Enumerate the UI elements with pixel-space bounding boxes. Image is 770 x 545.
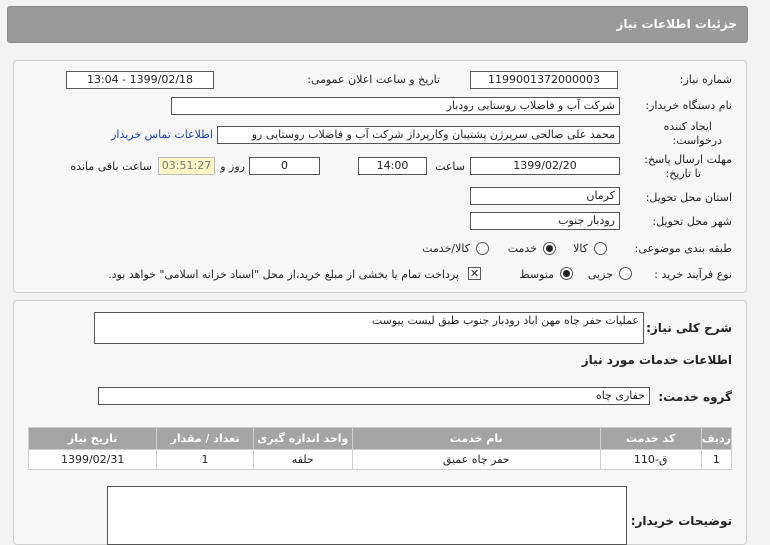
category-option-service: خدمت bbox=[507, 242, 537, 255]
services-title: اطلاعات خدمات مورد نیاز bbox=[581, 353, 732, 367]
process-radio-minor[interactable] bbox=[619, 267, 632, 280]
need-number-field: 1199001372000003 bbox=[470, 71, 618, 89]
remaining-time-display: 03:51:27 bbox=[158, 157, 215, 175]
page-title: جزئیات اطلاعات نیاز bbox=[616, 17, 737, 31]
col-quantity: تعداد / مقدار bbox=[156, 427, 254, 450]
category-option-goods-service: کالا/خدمت bbox=[422, 242, 470, 255]
category-label: طبقه بندی موضوعی: bbox=[634, 242, 732, 255]
service-group-label: گروه خدمت: bbox=[658, 390, 732, 404]
process-option-medium: متوسط bbox=[519, 268, 554, 281]
table-row: 1 ق-110 حفر چاه عمیق حلقه 1 1399/02/31 bbox=[27, 449, 733, 470]
deadline-time-field: 14:00 bbox=[358, 157, 427, 175]
treasury-payment-checkbox[interactable]: ✕ bbox=[468, 267, 481, 280]
buyer-org-label: نام دستگاه خریدار: bbox=[645, 99, 732, 112]
buyer-notes-field bbox=[107, 486, 627, 545]
buyer-notes-label: توضیحات خریدار: bbox=[630, 514, 732, 528]
col-need-date: تاریخ نیاز bbox=[27, 427, 158, 450]
process-label: نوع فرآیند خرید : bbox=[654, 268, 732, 281]
creator-label-2: درخواست: bbox=[672, 134, 722, 147]
creator-field: محمد علی صالحی سرپرژن پشتیبان وکارپرداز … bbox=[217, 126, 620, 144]
page-header: جزئیات اطلاعات نیاز bbox=[7, 6, 748, 43]
summary-label: شرح کلی نیاز: bbox=[646, 321, 732, 335]
need-number-label: شماره نیاز: bbox=[679, 73, 732, 86]
remaining-label: ساعت باقی مانده bbox=[70, 160, 152, 173]
services-table: ردیف کد خدمت نام خدمت واحد اندازه گیری ت… bbox=[27, 427, 733, 470]
announce-datetime-field: 1399/02/18 - 13:04 bbox=[66, 71, 214, 89]
col-service-name: نام خدمت bbox=[351, 427, 601, 450]
cell-quantity: 1 bbox=[156, 449, 254, 470]
cell-unit: حلقه bbox=[252, 449, 353, 470]
category-radio-goods[interactable] bbox=[594, 242, 607, 255]
summary-field: عملیات حفر چاه مهن اباد رودبار جنوب طبق … bbox=[94, 312, 644, 344]
treasury-payment-note: پرداخت تمام یا بخشی از مبلغ خرید،از محل … bbox=[108, 268, 459, 281]
process-option-minor: جزیی bbox=[587, 268, 613, 281]
category-option-goods: کالا bbox=[573, 242, 588, 255]
category-radio-goods-service[interactable] bbox=[476, 242, 489, 255]
need-info-panel bbox=[13, 60, 747, 293]
creator-label: ایجاد کننده bbox=[663, 120, 712, 133]
cell-need-date: 1399/02/31 bbox=[27, 449, 158, 470]
announce-label: تاریخ و ساعت اعلان عمومی: bbox=[307, 73, 440, 86]
services-table-header: ردیف کد خدمت نام خدمت واحد اندازه گیری ت… bbox=[27, 427, 733, 450]
buyer-contact-link[interactable]: اطلاعات تماس خریدار bbox=[111, 128, 213, 141]
deadline-label: مهلت ارسال پاسخ: bbox=[644, 153, 732, 166]
cell-service-code: ق-110 bbox=[599, 449, 702, 470]
city-field: رودبار جنوب bbox=[470, 212, 620, 230]
buyer-org-field: شرکت آب و فاضلاب روستایی رودبار bbox=[171, 97, 620, 115]
cell-row: 1 bbox=[700, 449, 733, 470]
deadline-date-field: 1399/02/20 bbox=[470, 157, 620, 175]
col-service-code: کد خدمت bbox=[599, 427, 702, 450]
days-field: 0 bbox=[249, 157, 320, 175]
cell-service-name: حفر چاه عمیق bbox=[351, 449, 601, 470]
col-row: ردیف bbox=[700, 427, 733, 450]
province-field: کرمان bbox=[470, 187, 620, 205]
category-radio-service[interactable] bbox=[543, 242, 556, 255]
time-label: ساعت bbox=[435, 160, 465, 173]
process-radio-medium[interactable] bbox=[560, 267, 573, 280]
deadline-label-2: تا تاریخ: bbox=[665, 167, 701, 180]
province-label: استان محل تحویل: bbox=[645, 191, 732, 204]
service-group-field: حفاری چاه bbox=[98, 387, 650, 405]
col-unit: واحد اندازه گیری bbox=[252, 427, 353, 450]
days-label: روز و bbox=[220, 160, 245, 173]
city-label: شهر محل تحویل: bbox=[652, 215, 732, 228]
